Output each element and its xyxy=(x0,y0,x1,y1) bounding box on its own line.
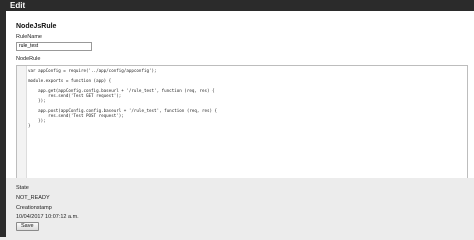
form-footer: State NOT_READY Creationstamp 10/04/2017… xyxy=(6,178,474,237)
state-label: State xyxy=(16,185,29,191)
section-title: NodeJsRule xyxy=(16,23,57,30)
creationstamp-value: 10/04/2017 10:07:12 a.m. xyxy=(16,214,79,220)
rule-name-input[interactable] xyxy=(16,42,92,51)
node-rule-label: NodeRule xyxy=(16,56,41,62)
code-line-3: module.exports = function (app) { xyxy=(28,78,112,83)
top-bar xyxy=(0,0,474,11)
save-button[interactable]: Save xyxy=(16,222,39,231)
rule-name-label: RuleName xyxy=(16,34,42,40)
state-value: NOT_READY xyxy=(16,195,50,201)
code-line-12: } xyxy=(28,123,31,128)
code-editor[interactable]: var appConfig = require('../app/config/a… xyxy=(16,65,468,187)
creationstamp-label: Creationstamp xyxy=(16,205,52,211)
page-title: Edit xyxy=(10,1,26,10)
code-line-1: var appConfig = require('../app/config/a… xyxy=(28,68,157,73)
editor-gutter xyxy=(17,66,27,186)
code-line-7: }); xyxy=(28,98,46,103)
